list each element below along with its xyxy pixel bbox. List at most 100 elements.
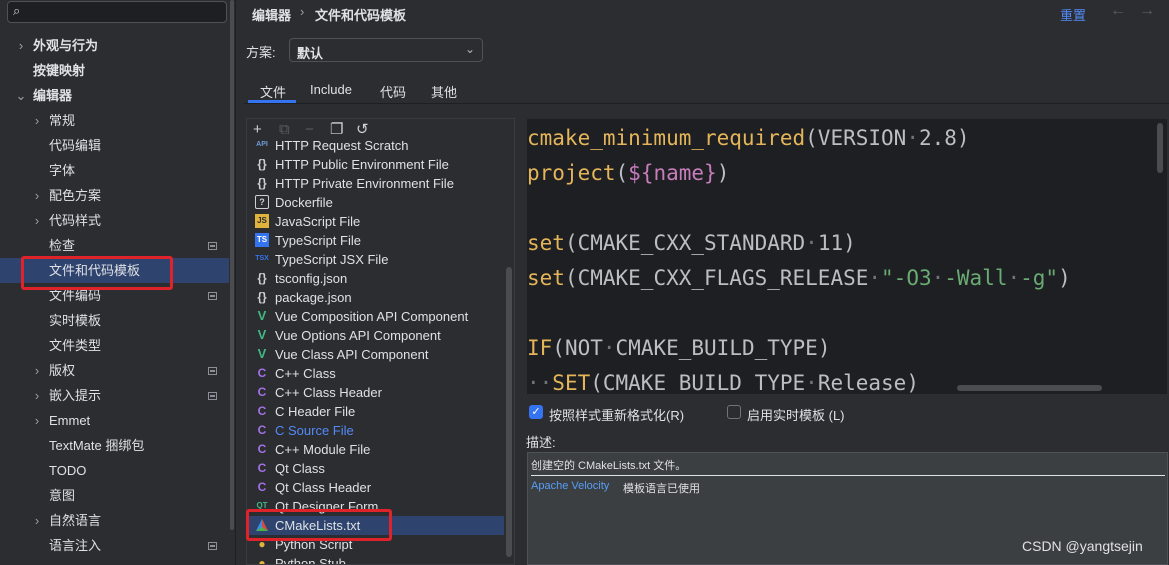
template-list-item[interactable]: {} tsconfig.json bbox=[247, 269, 504, 288]
add-icon[interactable]: + bbox=[253, 119, 262, 141]
chevron-down-icon[interactable]: ⌄ bbox=[15, 83, 27, 108]
sidebar-item[interactable]: 代码编辑 bbox=[0, 133, 235, 158]
template-list-item[interactable]: API HTTP Request Scratch bbox=[247, 141, 504, 155]
sidebar-item[interactable]: 文件和代码模板 bbox=[0, 258, 235, 283]
sidebar-item[interactable]: TextMate 捆绑包 bbox=[0, 433, 235, 458]
sidebar-item-label: 文件编码 bbox=[49, 288, 102, 303]
reformat-checkbox[interactable]: ✓ bbox=[529, 405, 543, 419]
template-list-item[interactable]: TS TypeScript File bbox=[247, 231, 504, 250]
sidebar-scroll-thumb[interactable] bbox=[230, 0, 234, 530]
template-list-item[interactable]: C C++ Module File bbox=[247, 440, 504, 459]
sidebar-item[interactable]: › 版权 bbox=[0, 358, 235, 383]
code-line[interactable]: IF(NOT·CMAKE_BUILD_TYPE) bbox=[527, 331, 830, 366]
template-list-item[interactable]: C C Header File bbox=[247, 402, 504, 421]
template-list-item[interactable]: TSX TypeScript JSX File bbox=[247, 250, 504, 269]
sidebar-item[interactable]: › 代码样式 bbox=[0, 208, 235, 233]
template-list-scrollbar[interactable] bbox=[506, 267, 512, 557]
template-list-item[interactable]: C Qt Class Header bbox=[247, 478, 504, 497]
sidebar-item[interactable]: › 外观与行为 bbox=[0, 33, 235, 58]
template-name: CMakeLists.txt bbox=[275, 518, 361, 533]
template-list-item[interactable]: C C++ Class bbox=[247, 364, 504, 383]
code-token: -g" bbox=[1020, 266, 1059, 290]
file-type-icon: C bbox=[257, 385, 267, 399]
sidebar-item-label: TODO bbox=[49, 463, 87, 478]
code-token: set bbox=[527, 231, 565, 255]
tab-include[interactable]: Include bbox=[310, 82, 352, 102]
chevron-right-icon[interactable]: › bbox=[31, 183, 43, 208]
sidebar-item[interactable]: 字体 bbox=[0, 158, 235, 183]
sidebar-item[interactable]: 文件编码 bbox=[0, 283, 235, 308]
velocity-link[interactable]: Apache Velocity bbox=[531, 480, 609, 492]
template-list-item[interactable]: {} HTTP Private Environment File bbox=[247, 174, 504, 193]
template-list-item[interactable]: {} HTTP Public Environment File bbox=[247, 155, 504, 174]
tab-code[interactable]: 代码 bbox=[380, 82, 406, 102]
code-token: · bbox=[1007, 266, 1021, 290]
template-list-item[interactable]: C Qt Class bbox=[247, 459, 504, 478]
template-list-item[interactable]: QT Qt Designer Form bbox=[247, 497, 504, 516]
tab-files[interactable]: 文件 bbox=[260, 82, 286, 102]
forward-arrow-icon[interactable]: → bbox=[1139, 2, 1155, 20]
template-list-item[interactable]: ? Dockerfile bbox=[247, 193, 504, 212]
code-line[interactable]: project(${name}) bbox=[527, 156, 729, 191]
template-list-item[interactable]: {} package.json bbox=[247, 288, 504, 307]
code-line[interactable]: cmake_minimum_required(VERSION·2.8) bbox=[527, 121, 970, 156]
code-token: project bbox=[527, 161, 616, 185]
sidebar-item[interactable]: 检查 bbox=[0, 233, 235, 258]
chevron-right-icon[interactable]: › bbox=[31, 408, 43, 433]
template-name: Qt Class Header bbox=[275, 480, 372, 495]
sidebar-item[interactable]: 按键映射 bbox=[0, 58, 235, 83]
template-list-item[interactable]: V Vue Options API Component bbox=[247, 326, 504, 345]
chevron-right-icon[interactable]: › bbox=[15, 33, 27, 58]
sidebar-item[interactable]: 实时模板 bbox=[0, 308, 235, 333]
tabs-divider bbox=[244, 103, 1169, 104]
chevron-right-icon[interactable]: › bbox=[31, 508, 43, 533]
template-name: package.json bbox=[275, 290, 352, 305]
template-list-item[interactable]: C C++ Class Header bbox=[247, 383, 504, 402]
live-template-checkbox[interactable] bbox=[727, 405, 741, 419]
scheme-label: 方案: bbox=[246, 45, 276, 60]
breadcrumb-editor[interactable]: 编辑器 bbox=[252, 5, 291, 24]
reformat-checkbox-label[interactable]: 按照样式重新格式化(R) bbox=[549, 405, 684, 424]
chevron-right-icon[interactable]: › bbox=[31, 383, 43, 408]
sidebar-item[interactable]: TODO bbox=[0, 458, 235, 483]
code-line[interactable]: set(CMAKE_CXX_FLAGS_RELEASE·"-O3·-Wall·-… bbox=[527, 261, 1071, 296]
code-token: SET bbox=[552, 371, 591, 394]
template-name: Vue Composition API Component bbox=[275, 309, 469, 324]
search-input[interactable]: ⌕ bbox=[7, 1, 227, 23]
scheme-select[interactable]: 默认 ⌄ bbox=[289, 38, 483, 62]
template-list-item[interactable]: JS JavaScript File bbox=[247, 212, 504, 231]
chevron-right-icon[interactable]: › bbox=[31, 208, 43, 233]
sidebar-item[interactable]: › 常规 bbox=[0, 108, 235, 133]
sidebar-item[interactable]: › 自然语言 bbox=[0, 508, 235, 533]
code-token: · bbox=[906, 126, 919, 150]
live-template-checkbox-label[interactable]: 启用实时模板 (L) bbox=[747, 405, 845, 424]
tab-other[interactable]: 其他 bbox=[431, 82, 457, 102]
revert-icon[interactable]: ↺ bbox=[356, 119, 369, 141]
code-line[interactable]: ··SET(CMAKE_BUILD_TYPE·Release) bbox=[527, 366, 919, 394]
template-list-item[interactable]: C C Source File bbox=[247, 421, 504, 440]
template-list-item[interactable]: CMakeLists.txt bbox=[247, 516, 504, 535]
template-list-item[interactable]: ● Python Stub bbox=[247, 554, 504, 564]
sidebar-item[interactable]: 意图 bbox=[0, 483, 235, 508]
sidebar-item[interactable]: › 配色方案 bbox=[0, 183, 235, 208]
remove-icon[interactable]: − bbox=[305, 119, 314, 141]
template-list-item[interactable]: V Vue Composition API Component bbox=[247, 307, 504, 326]
duplicate-icon[interactable]: ❐ bbox=[330, 119, 343, 141]
chevron-right-icon[interactable]: › bbox=[31, 358, 43, 383]
sidebar-item[interactable]: ⌄ 编辑器 bbox=[0, 83, 235, 108]
editor-vertical-scrollbar[interactable] bbox=[1157, 123, 1163, 173]
sidebar-item[interactable]: › Emmet bbox=[0, 408, 235, 433]
editor-horizontal-scrollbar[interactable] bbox=[957, 385, 1102, 391]
back-arrow-icon[interactable]: ← bbox=[1110, 2, 1126, 20]
chevron-right-icon[interactable]: › bbox=[31, 108, 43, 133]
sidebar-item[interactable]: › 嵌入提示 bbox=[0, 383, 235, 408]
file-type-icon: QT bbox=[256, 501, 268, 510]
copy-template-icon[interactable]: ⧉ bbox=[279, 119, 290, 141]
sidebar-item[interactable]: 语言注入 bbox=[0, 533, 235, 558]
reset-link[interactable]: 重置 bbox=[1060, 5, 1086, 24]
sidebar-item[interactable]: 文件类型 bbox=[0, 333, 235, 358]
template-list-item[interactable]: V Vue Class API Component bbox=[247, 345, 504, 364]
template-list-item[interactable]: ● Python Script bbox=[247, 535, 504, 554]
code-line[interactable]: set(CMAKE_CXX_STANDARD·11) bbox=[527, 226, 856, 261]
template-code-editor[interactable]: cmake_minimum_required(VERSION·2.8) proje… bbox=[527, 119, 1167, 394]
